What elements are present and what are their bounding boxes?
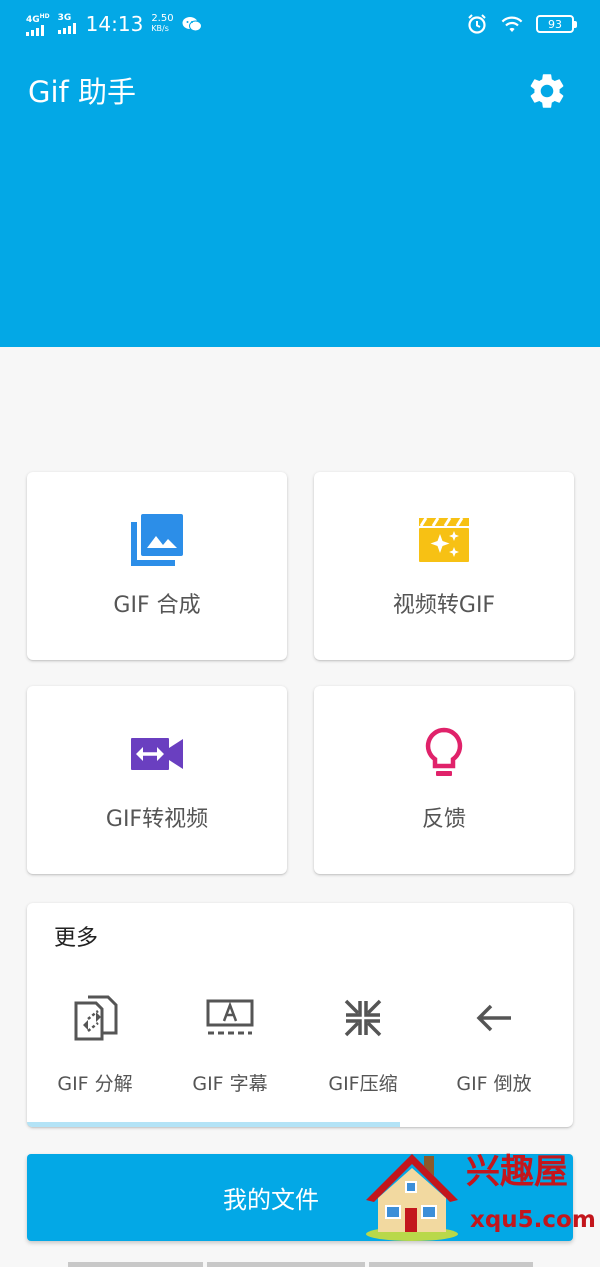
tool-label: GIF 字幕 [192,1073,268,1095]
network-speed: 2.50 KB/s [151,13,174,34]
bottom-bar-segment [369,1262,533,1267]
scroll-indicator [27,1122,400,1127]
video-swap-icon [131,738,183,770]
lightbulb-icon [425,727,463,776]
clock: 14:13 [85,12,144,36]
movie-sparkle-icon [419,517,469,562]
app-title: Gif 助手 [28,75,136,109]
image-stack-icon [131,514,183,566]
compress-icon [344,999,382,1037]
watermark-name: 兴趣屋 [466,1152,568,1192]
app-header: 4GHD 3G 14:13 2.50 KB/s 93 Gif 助手 [0,0,600,347]
tool-label: GIF 分解 [57,1073,133,1095]
tile-gif-to-video[interactable]: GIF转视频 [27,686,287,874]
status-bar: 4GHD 3G 14:13 2.50 KB/s 93 [0,0,600,48]
arrow-left-icon [476,1004,511,1032]
subtitle-icon [206,999,254,1035]
wechat-icon [182,17,202,32]
bottom-bar-segment [207,1262,365,1267]
tile-label: GIF转视频 [105,807,209,832]
gear-icon[interactable] [526,70,568,112]
tool-gif-split[interactable]: GIF 分解 [27,993,163,1113]
signal-4g: 4GHD [26,12,50,36]
tool-label: GIF压缩 [328,1073,398,1095]
tile-gif-compose[interactable]: GIF 合成 [27,472,287,660]
tool-gif-reverse[interactable]: GIF 倒放 [426,993,562,1113]
tile-feedback[interactable]: 反馈 [314,686,574,874]
signal-3g: 3G [57,14,76,34]
house-logo [366,1154,458,1241]
tool-gif-subtitle[interactable]: GIF 字幕 [162,993,298,1113]
split-file-icon [74,995,118,1041]
tool-label: GIF 倒放 [456,1073,532,1095]
my-files-label: 我的文件 [223,1186,319,1214]
watermark: 兴趣屋 xqu5.com [362,1148,596,1242]
more-tools-card: 更多 GIF 分解 GIF 字幕 GIF压缩 GIF 倒放 [27,903,573,1127]
alarm-icon [468,14,486,34]
watermark-url: xqu5.com [470,1207,596,1233]
tool-gif-compress[interactable]: GIF压缩 [295,993,431,1113]
battery-indicator: 93 [536,15,577,33]
tile-label: 反馈 [421,807,466,832]
wifi-icon [501,16,523,32]
bottom-bar-segment [68,1262,203,1267]
more-title: 更多 [54,926,99,951]
tile-label: 视频转GIF [392,593,496,618]
tile-label: GIF 合成 [113,593,201,618]
tile-video-to-gif[interactable]: 视频转GIF [314,472,574,660]
